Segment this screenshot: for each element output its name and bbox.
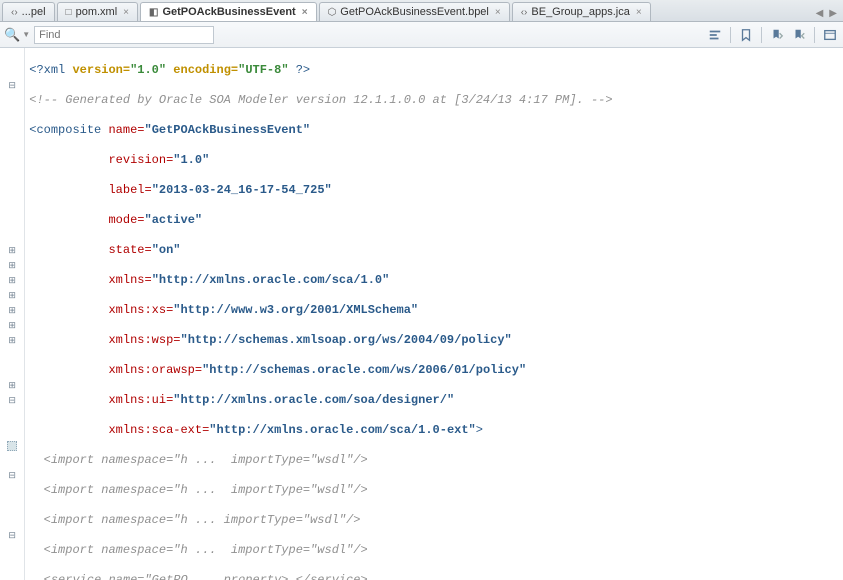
tab-jca[interactable]: ‹›BE_Group_apps.jca×	[512, 2, 651, 21]
fold-collapse[interactable]: ⊟	[0, 78, 24, 93]
tab-bpel[interactable]: ⬡GetPOAckBusinessEvent.bpel×	[319, 2, 510, 21]
fold-collapse[interactable]: ⊟	[0, 468, 24, 483]
xml-icon: ‹›	[11, 7, 18, 18]
fold-expand[interactable]: ⊞	[0, 243, 24, 258]
close-icon[interactable]: ×	[302, 7, 308, 18]
code-editor[interactable]: ⊟ ⊞ ⊞ ⊞ ⊞ ⊞ ⊞ ⊞ ⊞ ⊟ ⊟ ⊟ <?xml version="1…	[0, 48, 843, 580]
search-options-dropdown[interactable]: ▼	[22, 30, 30, 39]
find-toolbar: 🔍 ▼	[0, 22, 843, 48]
gutter-blank	[0, 63, 24, 78]
gutter-blank	[0, 48, 24, 63]
find-input[interactable]	[34, 26, 214, 44]
fold-expand[interactable]: ⊞	[0, 273, 24, 288]
fold-collapse[interactable]: ⊟	[0, 393, 24, 408]
tab-pom[interactable]: □pom.xml×	[57, 2, 138, 21]
tab-next-icon[interactable]: ▶	[827, 6, 839, 21]
tab-nav: ◀ ▶	[814, 6, 843, 21]
fold-expand[interactable]: ⊞	[0, 378, 24, 393]
prev-bookmark-button[interactable]	[768, 26, 786, 44]
code-content[interactable]: <?xml version="1.0" encoding="UTF-8" ?> …	[25, 48, 843, 580]
fold-expand[interactable]: ⊞	[0, 258, 24, 273]
search-icon[interactable]: 🔍	[4, 27, 20, 43]
fold-expand[interactable]: ⊞	[0, 288, 24, 303]
xml-icon: ‹›	[521, 7, 528, 18]
file-icon: □	[66, 7, 72, 18]
fold-expand[interactable]: ⊞	[0, 333, 24, 348]
fold-expand[interactable]: ⊞	[0, 303, 24, 318]
bpel-icon: ⬡	[328, 7, 337, 18]
close-icon[interactable]: ×	[123, 7, 129, 18]
fold-expand[interactable]: ⊞	[0, 318, 24, 333]
tab-getpoack[interactable]: ◧GetPOAckBusinessEvent×	[140, 2, 317, 21]
toggle-breadcrumbs-button[interactable]	[706, 26, 724, 44]
close-icon[interactable]: ×	[495, 7, 501, 18]
close-icon[interactable]: ×	[636, 7, 642, 18]
editor-tabs: ‹›...pel □pom.xml× ◧GetPOAckBusinessEven…	[0, 0, 843, 22]
fold-gutter: ⊟ ⊞ ⊞ ⊞ ⊞ ⊞ ⊞ ⊞ ⊞ ⊟ ⊟ ⊟	[0, 48, 25, 580]
view-button[interactable]	[821, 26, 839, 44]
fold-collapse[interactable]: ⊟	[0, 528, 24, 543]
tab-prev-icon[interactable]: ◀	[814, 6, 826, 21]
next-bookmark-button[interactable]	[790, 26, 808, 44]
composite-icon: ◧	[149, 7, 158, 18]
bookmark-button[interactable]	[737, 26, 755, 44]
tab-pel[interactable]: ‹›...pel	[2, 2, 55, 21]
